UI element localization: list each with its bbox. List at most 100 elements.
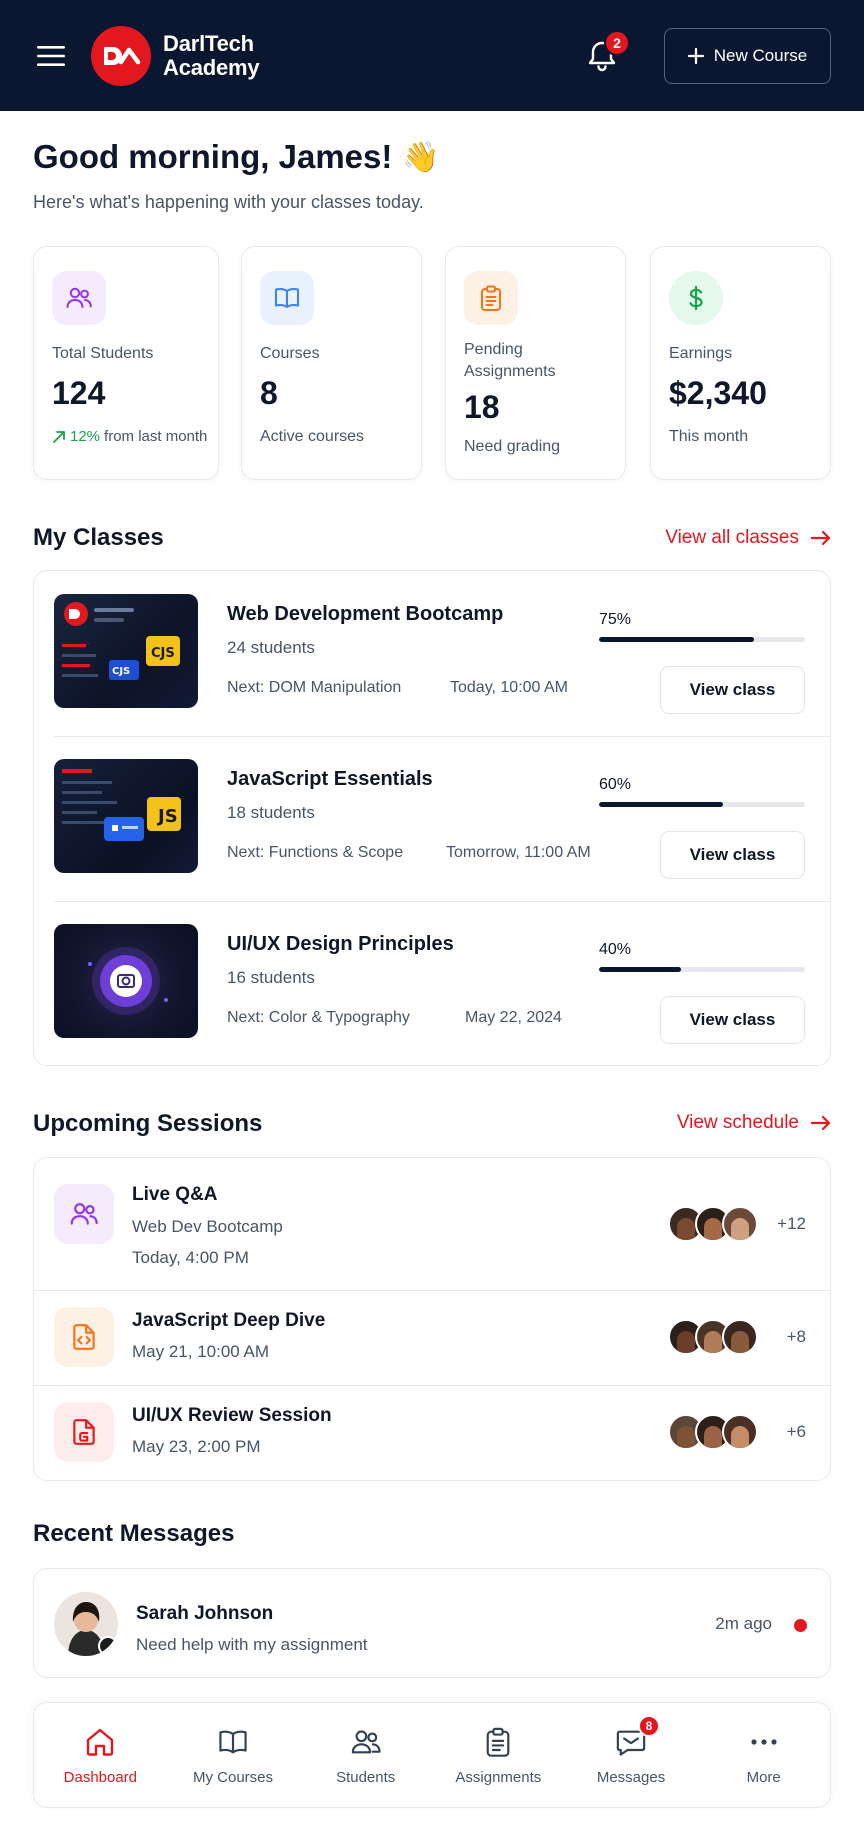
nav-label: More bbox=[746, 1768, 781, 1786]
message-item[interactable]: Sarah Johnson Need help with my assignme… bbox=[33, 1568, 831, 1678]
arrow-right-icon bbox=[811, 530, 831, 546]
avatar bbox=[722, 1319, 758, 1355]
message-time: 2m ago bbox=[715, 1614, 772, 1633]
attendee-extra-count: +6 bbox=[786, 1422, 806, 1441]
users-icon bbox=[349, 1725, 383, 1759]
plus-icon bbox=[687, 47, 704, 64]
nav-my-courses[interactable]: My Courses bbox=[167, 1703, 300, 1807]
nav-students[interactable]: Students bbox=[299, 1703, 432, 1807]
nav-label: My Courses bbox=[192, 1768, 274, 1786]
progress-label: 75% bbox=[599, 611, 632, 628]
class-next-topic: Next: Color & Typography bbox=[227, 1009, 410, 1026]
class-next-time: May 22, 2024 bbox=[465, 1009, 562, 1026]
stat-trend: 12% from last month bbox=[52, 428, 218, 445]
attendee-extra-count: +8 bbox=[786, 1327, 806, 1346]
class-title: Web Development Bootcamp bbox=[227, 603, 504, 625]
trend-up-icon bbox=[53, 430, 65, 443]
attendee-avatars bbox=[668, 1319, 758, 1355]
greeting-subtitle: Here's what's happening with your classe… bbox=[33, 192, 424, 212]
progress-label: 60% bbox=[599, 776, 632, 793]
session-time: May 23, 2:00 PM bbox=[132, 1437, 261, 1456]
class-students: 24 students bbox=[227, 638, 315, 657]
brand-name: DarlTech Academy bbox=[163, 31, 260, 80]
arrow-right-icon bbox=[811, 1115, 831, 1131]
nav-assignments[interactable]: Assignments bbox=[432, 1703, 565, 1807]
session-title: Live Q&A bbox=[132, 1184, 218, 1205]
class-next-time: Tomorrow, 11:00 AM bbox=[446, 844, 591, 861]
users-icon bbox=[54, 1184, 114, 1244]
session-course: Web Dev Bootcamp bbox=[132, 1217, 283, 1236]
session-row[interactable]: UI/UX Review Session May 23, 2:00 PM +6 bbox=[34, 1385, 832, 1480]
new-course-button[interactable]: New Course bbox=[664, 27, 831, 84]
upcoming-sessions-title: Upcoming Sessions bbox=[33, 1110, 263, 1137]
nav-dashboard[interactable]: Dashboard bbox=[34, 1703, 167, 1807]
trend-text: from last month bbox=[104, 428, 208, 445]
view-all-classes-link[interactable]: View all classes bbox=[665, 527, 831, 549]
class-students: 16 students bbox=[227, 968, 315, 987]
attendee-extra-count: +12 bbox=[777, 1214, 806, 1233]
nav-messages[interactable]: 8 Messages bbox=[565, 1703, 698, 1807]
class-next-topic: Next: Functions & Scope bbox=[227, 844, 404, 861]
stat-card-total-students[interactable]: Total Students 124 12% from last month bbox=[33, 246, 219, 480]
view-class-button[interactable]: View class bbox=[660, 666, 805, 714]
attendee-avatars bbox=[668, 1414, 758, 1450]
stat-label: Courses bbox=[260, 345, 320, 362]
avatar bbox=[722, 1414, 758, 1450]
message-preview: Need help with my assignment bbox=[136, 1635, 368, 1654]
unread-indicator bbox=[794, 1619, 807, 1632]
logo-icon bbox=[91, 25, 151, 86]
book-icon bbox=[216, 1725, 250, 1759]
dollar-icon bbox=[669, 271, 723, 325]
nav-label: Assignments bbox=[455, 1768, 542, 1786]
book-icon bbox=[260, 271, 314, 325]
avatar bbox=[54, 1592, 118, 1656]
class-title: UI/UX Design Principles bbox=[227, 933, 454, 955]
class-thumbnail: CJS CJS bbox=[54, 594, 198, 708]
stat-value: 8 bbox=[260, 375, 278, 411]
my-classes-title: My Classes bbox=[33, 524, 164, 551]
view-class-button[interactable]: View class bbox=[660, 831, 805, 879]
message-sender: Sarah Johnson bbox=[136, 1603, 274, 1624]
brand[interactable]: DarlTech Academy bbox=[91, 25, 260, 86]
clipboard-icon bbox=[481, 1725, 515, 1759]
view-schedule-link[interactable]: View schedule bbox=[677, 1112, 831, 1134]
notifications-button[interactable]: 2 bbox=[580, 29, 630, 78]
class-thumbnail: JS bbox=[54, 759, 198, 873]
class-row[interactable]: UI/UX Design Principles 16 students Next… bbox=[34, 901, 832, 1066]
more-icon bbox=[747, 1725, 781, 1759]
stat-value: $2,340 bbox=[669, 375, 767, 411]
page-title: Good morning, James! 👋 bbox=[33, 138, 440, 176]
class-thumbnail bbox=[54, 924, 198, 1038]
app-header: DarlTech Academy 2 New Course bbox=[0, 0, 864, 111]
code-file-icon bbox=[54, 1307, 114, 1367]
sessions-list: Live Q&A Web Dev Bootcamp Today, 4:00 PM… bbox=[33, 1157, 831, 1481]
nav-label: Dashboard bbox=[63, 1768, 138, 1786]
wave-emoji: 👋 bbox=[402, 140, 440, 174]
clipboard-icon bbox=[464, 271, 518, 325]
stat-card-pending-assignments[interactable]: Pending Assignments 18 Need grading bbox=[445, 246, 626, 480]
nav-label: Messages bbox=[596, 1768, 666, 1786]
stat-card-courses[interactable]: Courses 8 Active courses bbox=[241, 246, 422, 480]
svg-text:CJS: CJS bbox=[151, 646, 175, 661]
stat-card-earnings[interactable]: Earnings $2,340 This month bbox=[650, 246, 831, 480]
session-row[interactable]: Live Q&A Web Dev Bootcamp Today, 4:00 PM… bbox=[34, 1158, 832, 1290]
users-icon bbox=[52, 271, 106, 325]
home-icon bbox=[83, 1725, 117, 1759]
stat-footnote: Active courses bbox=[260, 428, 365, 445]
session-title: UI/UX Review Session bbox=[132, 1405, 332, 1426]
progress-bar bbox=[599, 637, 805, 642]
session-title: JavaScript Deep Dive bbox=[132, 1310, 326, 1331]
message-icon: 8 bbox=[614, 1714, 661, 1759]
avatar bbox=[722, 1206, 758, 1242]
view-class-button[interactable]: View class bbox=[660, 996, 805, 1044]
view-all-classes-label: View all classes bbox=[665, 527, 799, 548]
class-row[interactable]: CJS CJS Web Development Bootcamp 24 stud… bbox=[34, 571, 832, 736]
nav-label: Students bbox=[336, 1768, 396, 1786]
nav-more[interactable]: More bbox=[697, 1703, 830, 1807]
session-row[interactable]: JavaScript Deep Dive May 21, 10:00 AM +8 bbox=[34, 1290, 832, 1385]
trend-value: 12% bbox=[70, 428, 101, 445]
new-course-label: New Course bbox=[713, 45, 808, 65]
menu-icon[interactable] bbox=[33, 38, 69, 74]
stat-label: Earnings bbox=[669, 345, 733, 362]
class-row[interactable]: JS JavaScript Essentials 18 students Nex… bbox=[34, 736, 832, 901]
